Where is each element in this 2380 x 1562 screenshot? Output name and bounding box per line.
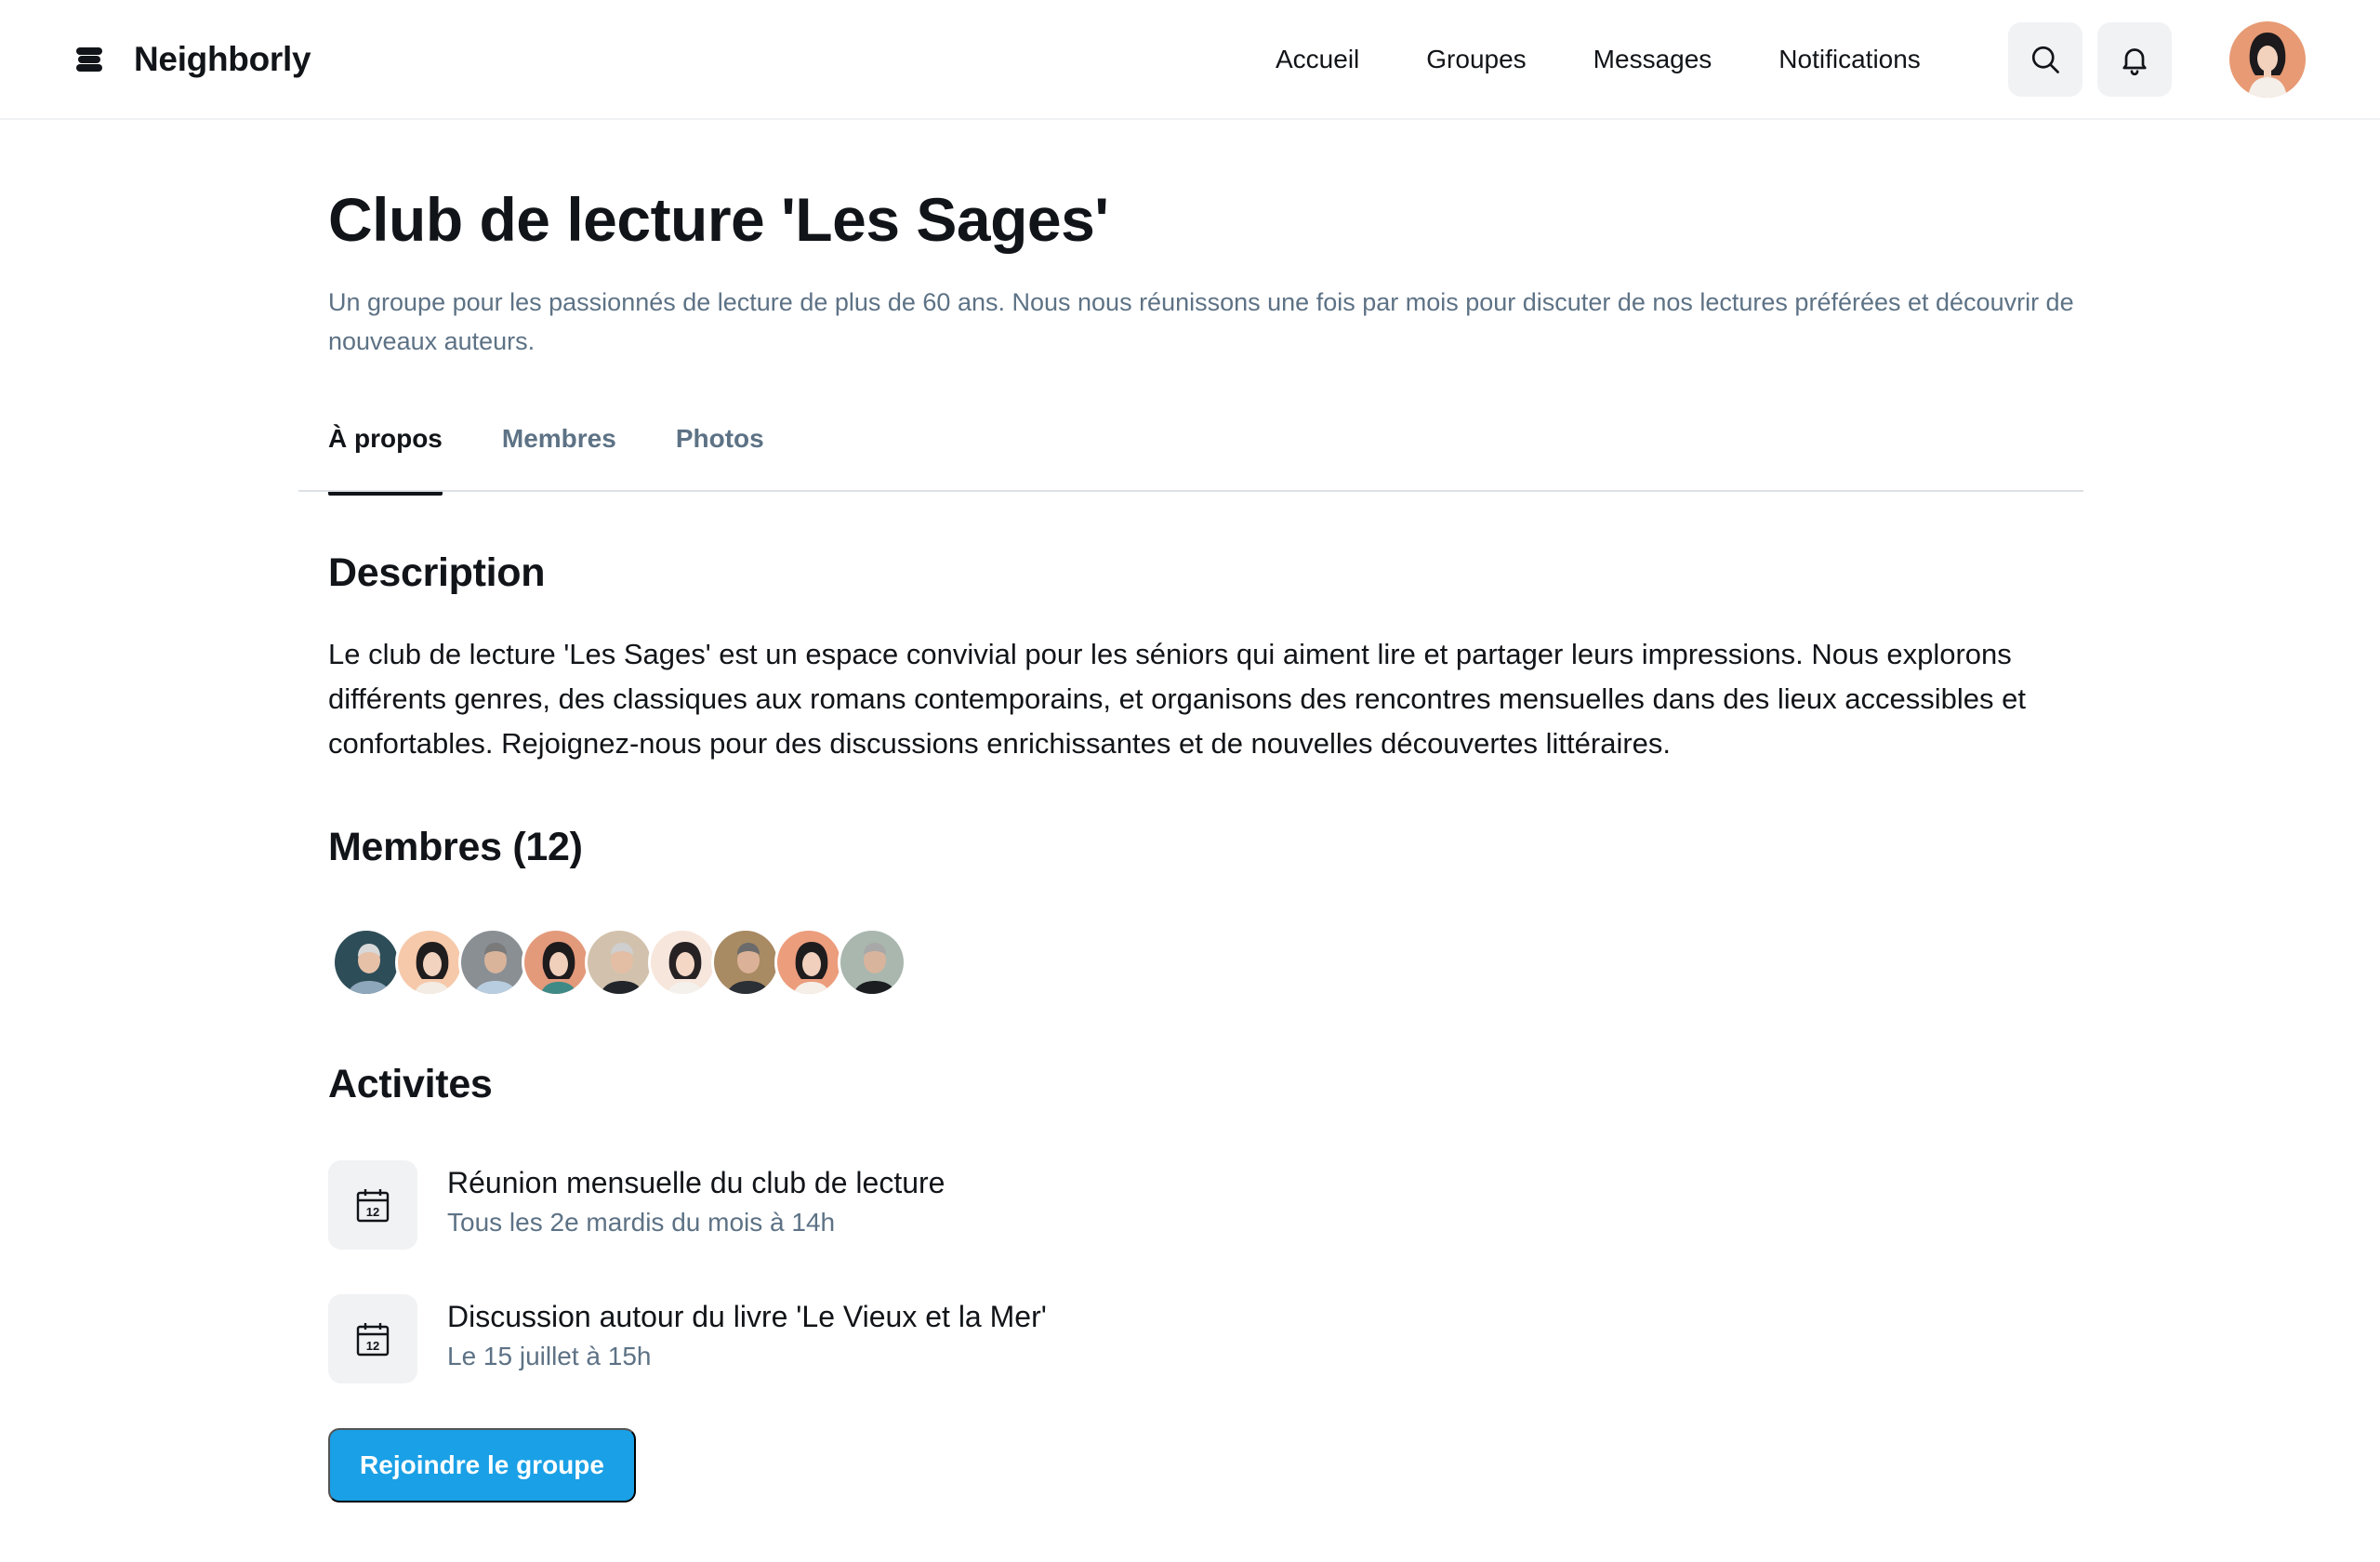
activity-title: Réunion mensuelle du club de lecture: [447, 1166, 945, 1199]
member-avatar[interactable]: [648, 928, 717, 997]
tab-membres[interactable]: Membres: [502, 418, 616, 493]
member-portrait: [524, 931, 588, 994]
bell-icon: [2122, 48, 2147, 76]
main-nav: Accueil Groupes Messages Notifications: [1276, 37, 1921, 82]
member-portrait: [398, 931, 461, 994]
tab-photos[interactable]: Photos: [676, 418, 764, 493]
members-heading: Membres (12): [328, 825, 583, 869]
group-subtitle: Un groupe pour les passionnés de lecture…: [328, 288, 2074, 355]
member-avatar[interactable]: [838, 928, 906, 997]
search-icon: [2031, 46, 2059, 73]
member-portrait: [335, 931, 398, 994]
member-avatars: [332, 928, 906, 997]
member-portrait: [461, 931, 524, 994]
member-avatar[interactable]: [332, 928, 401, 997]
member-portrait: [840, 931, 904, 994]
svg-text:12: 12: [366, 1205, 379, 1219]
calendar-icon: 12: [356, 1189, 390, 1223]
member-portrait: [714, 931, 777, 994]
join-group-button[interactable]: Rejoindre le groupe: [328, 1428, 636, 1502]
tab-a-propos[interactable]: À propos: [328, 418, 443, 496]
calendar-icon: 12: [356, 1323, 390, 1357]
notifications-button[interactable]: [2097, 22, 2172, 97]
description-text: Le club de lecture 'Les Sages' est un es…: [328, 638, 2026, 760]
member-avatar[interactable]: [395, 928, 464, 997]
brand-logo-icon: [76, 47, 102, 72]
brand[interactable]: Neighborly: [74, 37, 311, 82]
nav-messages[interactable]: Messages: [1593, 45, 1712, 74]
top-navigation-bar: Neighborly Accueil Groupes Messages Noti…: [0, 0, 2380, 120]
activity-schedule: Le 15 juillet à 15h: [447, 1342, 652, 1370]
activity-title: Discussion autour du livre 'Le Vieux et …: [447, 1300, 1047, 1333]
page-title: Club de lecture 'Les Sages': [328, 185, 1109, 254]
nav-accueil[interactable]: Accueil: [1276, 45, 1359, 74]
tabs-divider: [298, 490, 2083, 492]
brand-name: Neighborly: [134, 40, 311, 78]
member-portrait: [588, 931, 651, 994]
member-portrait: [777, 931, 840, 994]
member-portrait: [651, 931, 714, 994]
member-avatar[interactable]: [522, 928, 590, 997]
nav-notifications[interactable]: Notifications: [1778, 45, 1921, 74]
activity-schedule: Tous les 2e mardis du mois à 14h: [447, 1208, 836, 1237]
svg-text:12: 12: [366, 1339, 379, 1353]
member-avatar[interactable]: [774, 928, 843, 997]
activities-heading: Activites: [328, 1062, 493, 1106]
search-button[interactable]: [2008, 22, 2082, 97]
group-tabs: À propos Membres Photos: [328, 418, 824, 496]
nav-groupes[interactable]: Groupes: [1426, 45, 1526, 74]
user-avatar-portrait: [2229, 21, 2306, 98]
member-avatar[interactable]: [458, 928, 527, 997]
member-avatar[interactable]: [585, 928, 654, 997]
activity-item[interactable]: 12 Réunion mensuelle du club de lecture …: [328, 1160, 1630, 1250]
user-avatar[interactable]: [2229, 21, 2306, 98]
activity-item[interactable]: 12 Discussion autour du livre 'Le Vieux …: [328, 1294, 1630, 1383]
activity-icon-box: 12: [328, 1294, 417, 1383]
description-heading: Description: [328, 550, 546, 595]
member-avatar[interactable]: [711, 928, 780, 997]
activity-icon-box: 12: [328, 1160, 417, 1250]
